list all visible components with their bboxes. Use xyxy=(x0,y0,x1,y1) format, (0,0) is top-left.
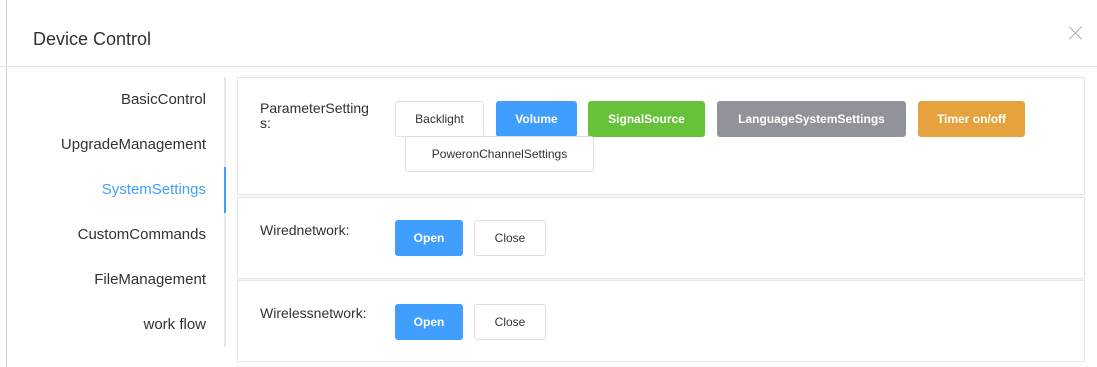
header-divider xyxy=(0,66,1097,67)
wired-network-label: Wirednetwork: xyxy=(260,222,350,238)
parameter-settings-card: ParameterSetting s: Backlight Volume Sig… xyxy=(237,77,1085,195)
timer-on-off-button[interactable]: Timer on/off xyxy=(918,101,1025,137)
wireless-open-button[interactable]: Open xyxy=(395,304,463,340)
parameter-settings-label: ParameterSetting s: xyxy=(260,101,369,131)
tab-basic-control[interactable]: BasicControl xyxy=(121,77,206,123)
backlight-button[interactable]: Backlight xyxy=(395,101,484,137)
wireless-network-card: Wirelessnetwork: Open Close xyxy=(237,280,1085,362)
tab-file-management[interactable]: FileManagement xyxy=(94,257,206,303)
tab-upgrade-management[interactable]: UpgradeManagement xyxy=(61,122,206,168)
wired-open-button[interactable]: Open xyxy=(395,220,463,256)
settings-tabs: BasicControl UpgradeManagement SystemSet… xyxy=(0,77,226,347)
tab-work-flow[interactable]: work flow xyxy=(143,302,206,348)
wireless-close-button[interactable]: Close xyxy=(474,304,546,340)
wired-close-button[interactable]: Close xyxy=(474,220,546,256)
close-icon[interactable] xyxy=(1069,26,1083,40)
volume-button[interactable]: Volume xyxy=(496,101,577,137)
wireless-network-label: Wirelessnetwork: xyxy=(260,305,367,321)
dialog-header: Device Control xyxy=(0,0,1097,66)
dialog-title: Device Control xyxy=(33,29,152,49)
active-tab-indicator xyxy=(224,167,226,213)
tab-custom-commands[interactable]: CustomCommands xyxy=(78,212,206,258)
tab-system-settings[interactable]: SystemSettings xyxy=(102,167,206,213)
parameter-settings-label-line2: s: xyxy=(260,115,271,131)
signal-source-button[interactable]: SignalSource xyxy=(588,101,705,137)
language-system-settings-button[interactable]: LanguageSystemSettings xyxy=(717,101,906,137)
parameter-settings-label-line1: ParameterSetting xyxy=(260,100,369,116)
wired-network-card: Wirednetwork: Open Close xyxy=(237,197,1085,279)
poweron-channel-settings-button[interactable]: PoweronChannelSettings xyxy=(405,136,594,172)
